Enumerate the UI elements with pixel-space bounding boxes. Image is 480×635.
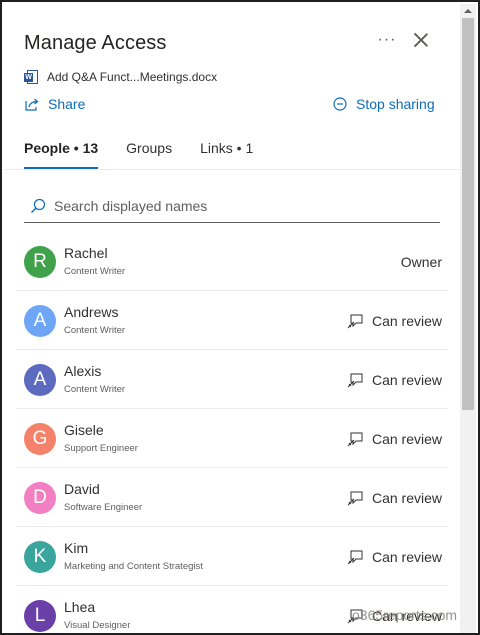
search-input[interactable] xyxy=(54,191,424,221)
tab-links[interactable]: Links • 1 xyxy=(200,140,253,170)
people-list: R Rachel Content Writer Owner A Andrews … xyxy=(16,232,448,633)
scroll-thumb[interactable] xyxy=(462,18,474,410)
scroll-up-arrow-icon[interactable] xyxy=(460,4,476,18)
tab-groups[interactable]: Groups xyxy=(126,140,172,170)
avatar: L xyxy=(24,600,56,632)
avatar: K xyxy=(24,541,56,573)
permission-label: Can review xyxy=(371,313,442,329)
permission-label: Can review xyxy=(371,549,442,565)
avatar: G xyxy=(24,423,56,455)
person-role: Visual Designer xyxy=(64,620,131,631)
watermark: o365reports.com xyxy=(352,607,458,623)
share-icon xyxy=(25,98,39,111)
person-name: Rachel xyxy=(64,245,108,261)
person-role: Marketing and Content Strategist xyxy=(64,561,203,572)
avatar: R xyxy=(24,246,56,278)
avatar: A xyxy=(24,364,56,396)
person-row-david[interactable]: D David Software Engineer Can review xyxy=(16,468,448,527)
manage-access-panel: Manage Access ··· W Add Q&A Funct...Meet… xyxy=(4,4,462,633)
share-button[interactable]: Share xyxy=(24,95,85,113)
file-name: Add Q&A Funct...Meetings.docx xyxy=(47,70,218,84)
permission-label: Can review xyxy=(371,490,442,506)
permission-label: Can review xyxy=(371,372,442,388)
person-row-andrews[interactable]: A Andrews Content Writer Can review xyxy=(16,291,448,350)
review-icon xyxy=(347,314,363,329)
avatar: D xyxy=(24,482,56,514)
search-box xyxy=(24,190,440,223)
stop-sharing-icon xyxy=(333,97,347,111)
person-row-gisele[interactable]: G Gisele Support Engineer Can review xyxy=(16,409,448,468)
person-name: Gisele xyxy=(64,422,104,438)
search-icon xyxy=(31,198,46,213)
manage-access-window: Manage Access ··· W Add Q&A Funct...Meet… xyxy=(0,0,480,635)
review-icon xyxy=(347,373,363,388)
permission-dropdown[interactable]: Can review xyxy=(347,549,442,565)
person-role: Support Engineer xyxy=(64,443,138,454)
review-icon xyxy=(347,432,363,447)
person-name: Lhea xyxy=(64,599,96,615)
permission-label: Can review xyxy=(371,431,442,447)
tab-bar: People • 13 Groups Links • 1 xyxy=(24,140,281,170)
more-options-button[interactable]: ··· xyxy=(377,28,397,52)
vertical-scrollbar[interactable] xyxy=(460,4,476,633)
stop-sharing-label: Stop sharing xyxy=(356,96,435,112)
permission-dropdown[interactable]: Can review xyxy=(347,313,442,329)
person-name: Kim xyxy=(64,540,89,556)
file-info: W Add Q&A Funct...Meetings.docx xyxy=(24,69,217,85)
person-name: Alexis xyxy=(64,363,102,379)
tab-people[interactable]: People • 13 xyxy=(24,140,99,170)
person-name: Andrews xyxy=(64,304,119,320)
review-icon xyxy=(347,491,363,506)
permission-dropdown[interactable]: Can review xyxy=(347,490,442,506)
panel-title: Manage Access xyxy=(24,32,167,54)
person-name: David xyxy=(64,481,100,497)
review-icon xyxy=(347,550,363,565)
avatar: A xyxy=(24,305,56,337)
person-role: Content Writer xyxy=(64,325,126,336)
permission-dropdown[interactable]: Can review xyxy=(347,431,442,447)
permission-dropdown[interactable]: Can review xyxy=(347,372,442,388)
person-role: Content Writer xyxy=(64,266,126,277)
person-role: Content Writer xyxy=(64,384,126,395)
close-icon[interactable] xyxy=(412,31,430,49)
person-row-alexis[interactable]: A Alexis Content Writer Can review xyxy=(16,350,448,409)
permission-owner: Owner xyxy=(400,254,442,270)
person-role: Software Engineer xyxy=(64,502,143,513)
stop-sharing-button[interactable]: Stop sharing xyxy=(333,95,435,113)
tabs-divider xyxy=(4,169,462,170)
person-row-kim[interactable]: K Kim Marketing and Content Strategist C… xyxy=(16,527,448,586)
word-doc-icon: W xyxy=(24,70,38,84)
person-row-rachel[interactable]: R Rachel Content Writer Owner xyxy=(16,232,448,291)
share-label: Share xyxy=(48,96,86,112)
